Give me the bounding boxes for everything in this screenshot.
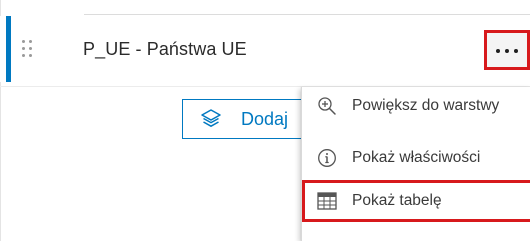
info-icon: [316, 147, 338, 169]
top-divider: [84, 14, 530, 15]
more-dot-icon: [505, 49, 509, 53]
menu-item-label: Pokaż właściwości: [352, 149, 481, 166]
selection-indicator: [6, 16, 11, 82]
table-icon: [316, 190, 338, 212]
more-dot-icon: [496, 49, 500, 53]
menu-item-show-properties[interactable]: Pokaż właściwości: [302, 139, 530, 177]
layers-panel: P_UE - Państwa UE Dodaj Powiększ do wars…: [0, 0, 530, 241]
layer-actions-menu: Powiększ do warstwy Pokaż właściwości Po…: [301, 87, 530, 241]
more-options-button[interactable]: [484, 30, 530, 70]
more-dot-icon: [514, 49, 518, 53]
add-button-label: Dodaj: [241, 108, 289, 129]
drag-handle-icon[interactable]: [22, 40, 34, 58]
layer-row[interactable]: P_UE - Państwa UE: [0, 16, 530, 82]
layers-icon: [201, 109, 221, 127]
menu-item-label: Pokaż tabelę: [352, 192, 442, 209]
zoom-in-icon: [316, 95, 338, 117]
menu-item-show-table[interactable]: Pokaż tabelę: [302, 180, 530, 222]
layer-title: P_UE - Państwa UE: [83, 39, 247, 59]
menu-item-label: Powiększ do warstwy: [352, 97, 500, 114]
menu-item-zoom-to-layer[interactable]: Powiększ do warstwy: [302, 87, 530, 125]
